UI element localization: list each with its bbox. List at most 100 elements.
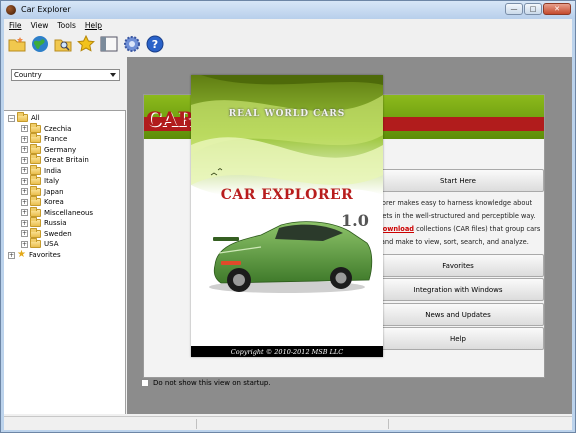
tree-item[interactable]: + France bbox=[21, 133, 67, 144]
tree-item[interactable]: + USA bbox=[21, 238, 59, 249]
expand-icon[interactable]: + bbox=[21, 209, 28, 216]
tree-item-favorites[interactable]: + ★ Favorites bbox=[8, 250, 61, 260]
tree-item[interactable]: + Italy bbox=[21, 175, 60, 186]
tree-item[interactable]: + Japan bbox=[21, 185, 64, 197]
folder-icon bbox=[30, 185, 41, 196]
expand-icon[interactable]: + bbox=[21, 198, 28, 206]
folder-icon bbox=[30, 196, 41, 206]
folder-icon bbox=[30, 206, 41, 217]
status-divider bbox=[196, 419, 197, 429]
tree-item-label: USA bbox=[44, 240, 59, 248]
menu-bar: File View Tools Help bbox=[4, 19, 572, 31]
folder-icon bbox=[30, 133, 41, 143]
news-updates-button[interactable]: News and Updates bbox=[372, 303, 544, 326]
folder-icon bbox=[30, 154, 41, 164]
folder-icon bbox=[30, 122, 41, 133]
maximize-button[interactable]: □ bbox=[524, 3, 542, 15]
window-controls: — □ ✕ bbox=[505, 3, 571, 15]
collapse-icon[interactable]: − bbox=[8, 114, 15, 122]
expand-icon[interactable]: + bbox=[21, 146, 28, 153]
star-icon: ★ bbox=[17, 249, 26, 260]
title-bar[interactable]: Car Explorer — □ ✕ bbox=[1, 1, 575, 19]
folder-icon bbox=[30, 217, 41, 227]
tree-item[interactable]: + Great Britain bbox=[21, 154, 89, 165]
folder-icon bbox=[30, 143, 41, 154]
tree-item[interactable]: + Russia bbox=[21, 217, 67, 228]
tree-item-label: Russia bbox=[44, 219, 67, 227]
new-folder-icon[interactable] bbox=[7, 34, 27, 54]
splash-version: 1.0 bbox=[341, 211, 369, 230]
folder-icon bbox=[30, 175, 41, 185]
splash-subtitle: REAL WORLD CARS bbox=[228, 109, 346, 119]
globe-icon[interactable] bbox=[30, 34, 50, 54]
expand-icon[interactable]: + bbox=[21, 230, 28, 237]
tree-item[interactable]: + Germany bbox=[21, 143, 76, 155]
splash-copyright: Copyright © 2010-2012 MSB LLC bbox=[191, 346, 383, 357]
close-button[interactable]: ✕ bbox=[543, 3, 571, 15]
splash-screen: REAL WORLD CARS CAR EXPLORER 1.0 Copyrig… bbox=[191, 75, 383, 357]
expand-icon[interactable]: + bbox=[21, 135, 28, 143]
group-by-select[interactable]: Country bbox=[11, 69, 120, 81]
tree-item-label: India bbox=[44, 166, 62, 175]
svg-text:?: ? bbox=[152, 38, 158, 51]
menu-file[interactable]: File bbox=[9, 21, 22, 30]
group-by-value: Country bbox=[14, 71, 42, 79]
help-icon[interactable]: ? bbox=[145, 34, 165, 54]
toolbar: ? bbox=[4, 31, 572, 56]
filter-area: Country bbox=[4, 57, 126, 110]
expand-icon[interactable]: + bbox=[21, 188, 28, 195]
startup-checkbox[interactable] bbox=[141, 379, 149, 387]
tree-item-label: Sweden bbox=[44, 229, 72, 238]
banner-title: CAR bbox=[146, 107, 195, 131]
startup-checkbox-row[interactable]: Do not show this view on startup. bbox=[141, 379, 271, 387]
folder-icon bbox=[30, 238, 41, 248]
tree-item-label: Japan bbox=[44, 187, 64, 196]
integration-button[interactable]: Integration with Windows bbox=[372, 278, 544, 301]
folder-icon bbox=[30, 227, 41, 238]
tree-item-all[interactable]: − All bbox=[8, 112, 40, 123]
tree-item-label: Miscellaneous bbox=[44, 208, 94, 217]
tree-item[interactable]: + Miscellaneous bbox=[21, 206, 94, 218]
tree-item-label: Favorites bbox=[29, 251, 61, 259]
start-here-button[interactable]: Start Here bbox=[372, 169, 544, 192]
expand-icon[interactable]: + bbox=[21, 240, 28, 248]
download-link[interactable]: download bbox=[378, 225, 414, 233]
tree-item-label: Great Britain bbox=[44, 156, 89, 164]
description-line: arkets in the well-structured and percep… bbox=[372, 212, 536, 220]
startup-checkbox-label: Do not show this view on startup. bbox=[153, 379, 271, 387]
search-folder-icon[interactable] bbox=[53, 34, 73, 54]
description-line: y download collections (CAR files) that … bbox=[372, 225, 540, 233]
expand-icon[interactable]: + bbox=[21, 156, 28, 164]
help-button[interactable]: Help bbox=[372, 327, 544, 350]
gear-icon[interactable] bbox=[122, 34, 142, 54]
splash-title: CAR EXPLORER bbox=[220, 187, 354, 203]
expand-icon[interactable]: + bbox=[21, 125, 28, 132]
star-icon[interactable] bbox=[76, 34, 96, 54]
tree-item-label: All bbox=[31, 114, 40, 122]
panel-icon[interactable] bbox=[99, 34, 119, 54]
folder-icon bbox=[17, 112, 28, 122]
chevron-down-icon bbox=[110, 73, 116, 77]
expand-icon[interactable]: + bbox=[21, 167, 28, 174]
minimize-button[interactable]: — bbox=[505, 3, 523, 15]
description-line: xplorer makes easy to harness knowledge … bbox=[372, 199, 533, 207]
menu-view[interactable]: View bbox=[31, 21, 49, 30]
expand-icon[interactable]: + bbox=[21, 177, 28, 185]
menu-tools[interactable]: Tools bbox=[57, 21, 75, 30]
tree-item[interactable]: + Czechia bbox=[21, 122, 71, 134]
description-text: collections (CAR files) that group cars bbox=[414, 225, 541, 233]
tree-item[interactable]: + Korea bbox=[21, 196, 64, 207]
status-divider bbox=[388, 419, 389, 429]
category-tree: − All + Czechia + France + Germany + Great B… bbox=[4, 110, 126, 414]
menu-help[interactable]: Help bbox=[85, 21, 102, 30]
expand-icon[interactable]: + bbox=[21, 219, 28, 227]
tree-item-label: Italy bbox=[44, 177, 60, 185]
expand-icon[interactable]: + bbox=[8, 251, 15, 259]
tree-item[interactable]: + Sweden bbox=[21, 227, 72, 239]
window-title: Car Explorer bbox=[21, 5, 71, 14]
tree-item-label: Korea bbox=[44, 198, 64, 206]
favorites-button[interactable]: Favorites bbox=[372, 254, 544, 277]
tree-item[interactable]: + India bbox=[21, 164, 62, 176]
folder-icon bbox=[30, 164, 41, 175]
app-icon bbox=[6, 5, 16, 15]
